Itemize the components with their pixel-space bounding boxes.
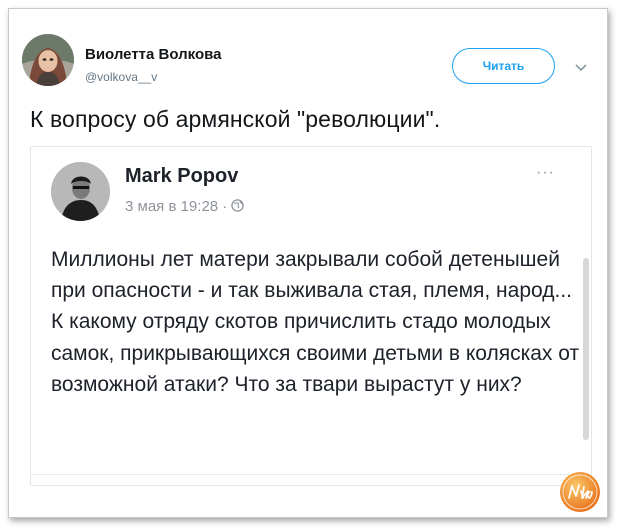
follow-button-label: Читать — [482, 59, 525, 73]
author-handle[interactable]: @volkova__v — [85, 70, 157, 84]
scrollbar-thumb[interactable] — [583, 258, 589, 440]
tweet-text: К вопросу об армянской "революции". — [30, 106, 441, 132]
embedded-author-avatar[interactable] — [51, 162, 110, 221]
author-name[interactable]: Виолетта Волкова — [85, 46, 222, 63]
post-date[interactable]: 3 мая в 19:28 · — [125, 198, 245, 215]
post-date-text: 3 мая в 19:28 · — [125, 198, 228, 215]
embedded-author-name[interactable]: Mark Popov — [125, 165, 238, 188]
author-avatar[interactable] — [22, 34, 74, 86]
post-body: Миллионы лет матери закрывали собой дете… — [51, 248, 580, 396]
more-options-icon[interactable]: ··· — [536, 164, 555, 182]
follow-button[interactable]: Читать — [452, 48, 555, 84]
watermark-logo — [559, 471, 601, 513]
globe-icon — [231, 199, 245, 212]
chevron-down-icon[interactable] — [574, 60, 588, 74]
divider — [31, 474, 586, 475]
